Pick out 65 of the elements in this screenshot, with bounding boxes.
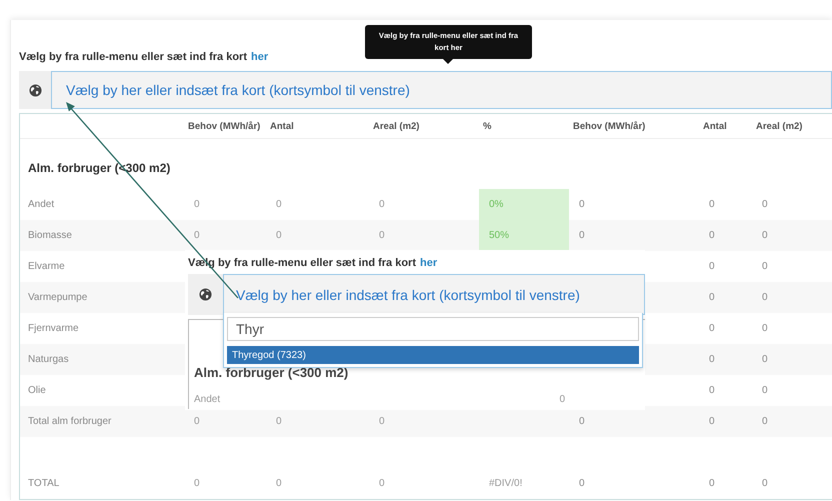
- table-cell-text: 0: [193, 477, 201, 491]
- table-cell: 0: [559, 394, 565, 405]
- table-cell-text: 0: [761, 229, 769, 243]
- row-label: Biomasse: [27, 229, 73, 243]
- row-label: Total alm forbruger: [27, 415, 112, 429]
- map-link[interactable]: her: [251, 51, 268, 63]
- table-cell-text: 0: [708, 353, 716, 367]
- table-cell-text: 0: [708, 229, 716, 243]
- dropdown-option[interactable]: Thyregod (7323): [227, 346, 639, 364]
- table-cell-text: 0: [275, 198, 283, 212]
- table-cell-text: 0: [378, 415, 386, 429]
- table-cell-text: 0: [578, 415, 586, 429]
- table-cell-text: 0: [708, 291, 716, 305]
- table-cell-text: 0: [193, 415, 201, 429]
- table-cell-text: 0: [761, 291, 769, 305]
- map-link[interactable]: her: [420, 257, 438, 269]
- table-cell-text: 0: [761, 198, 769, 212]
- globe-icon: [28, 84, 42, 96]
- table-cell-text: 0: [578, 229, 586, 243]
- column-header: Antal: [699, 114, 752, 139]
- city-select[interactable]: Vælg by her eller indsæt fra kort (kortsymbol til venstre): [51, 71, 832, 109]
- table-cell-text: 0: [193, 229, 201, 243]
- section-heading: Alm. forbruger (<300 m2): [194, 365, 350, 380]
- table-cell-text: 0: [761, 415, 769, 429]
- search-field[interactable]: Thyr: [227, 317, 639, 341]
- table-cell-text: 0: [708, 477, 716, 491]
- table-cell-text: #DIV/0!: [488, 477, 524, 491]
- table-cell-text: 0: [275, 415, 283, 429]
- table-cell-text: 0: [275, 229, 283, 243]
- column-header: Behov (MWh/år): [184, 114, 266, 139]
- table-cell-text: 0: [578, 477, 586, 491]
- table-cell-text: 0: [578, 198, 586, 212]
- table-cell-text: 0: [708, 384, 716, 398]
- row-label: Andet: [27, 198, 56, 212]
- table-cell: 0%: [479, 189, 569, 220]
- row-label: Fjernvarme: [27, 322, 80, 336]
- row-label: Naturgas: [27, 353, 70, 367]
- picker-label: Vælg by fra rulle-menu eller sæt ind fra kort her: [19, 50, 270, 64]
- table-cell-text: 0: [761, 322, 769, 336]
- globe-icon: [199, 288, 212, 301]
- row-label: TOTAL: [27, 477, 60, 491]
- city-select[interactable]: Vælg by her eller indsæt fra kort (kortsymbol til venstre): [223, 274, 645, 315]
- row-label: Olie: [27, 384, 47, 398]
- table-cell-text: 0: [378, 229, 386, 243]
- column-header: Behov (MWh/år): [569, 114, 699, 139]
- column-header: Areal (m2): [752, 114, 832, 139]
- table-cell-text: 0: [708, 415, 716, 429]
- column-header: %: [479, 114, 569, 139]
- table-cell-text: 0: [193, 198, 201, 212]
- table-cell-text: 0: [378, 198, 386, 212]
- table-cell-text: 0: [275, 477, 283, 491]
- table-cell-text: 0: [761, 353, 769, 367]
- table-cell-text: 0: [761, 384, 769, 398]
- row-label: Andet: [194, 394, 220, 405]
- table-cell-text: 0: [378, 477, 386, 491]
- table-cell-text: 0: [761, 477, 769, 491]
- table-cell-text: 0: [708, 198, 716, 212]
- table-cell-text: 0: [761, 260, 769, 274]
- column-header: Areal (m2): [369, 114, 479, 139]
- table-cell-text: 0: [708, 260, 716, 274]
- column-header: Antal: [266, 114, 369, 139]
- table-cell: 50%: [479, 220, 569, 251]
- table-cell-text: 0: [708, 322, 716, 336]
- row-label: Varmepumpe: [27, 291, 88, 305]
- row-label: Elvarme: [27, 260, 66, 274]
